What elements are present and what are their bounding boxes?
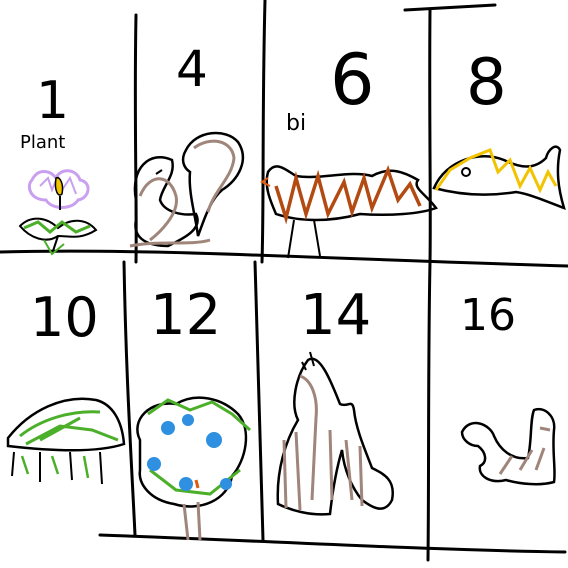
fish-icon: [432, 145, 566, 211]
number-10: 10: [30, 286, 99, 349]
bird-icon: [260, 165, 438, 259]
plant-word: Plant: [20, 132, 65, 153]
flower-icon: [18, 169, 98, 256]
horse-icon: [276, 351, 395, 516]
number-1: 1: [36, 71, 69, 131]
drawing-canvas: 1 Plant 4 6 bi 8 10 12 14 16: [0, 0, 568, 562]
seal-icon: [460, 407, 556, 486]
number-14: 14: [300, 283, 371, 348]
number-12: 12: [150, 283, 221, 348]
number-16: 16: [460, 290, 516, 341]
number-4: 4: [176, 40, 208, 98]
bird-word: bi: [286, 111, 306, 136]
turtle-icon: [6, 397, 126, 485]
tree-icon: [136, 396, 251, 541]
number-8: 8: [466, 46, 507, 120]
squirrel-icon: [129, 131, 245, 248]
number-6: 6: [330, 39, 375, 121]
